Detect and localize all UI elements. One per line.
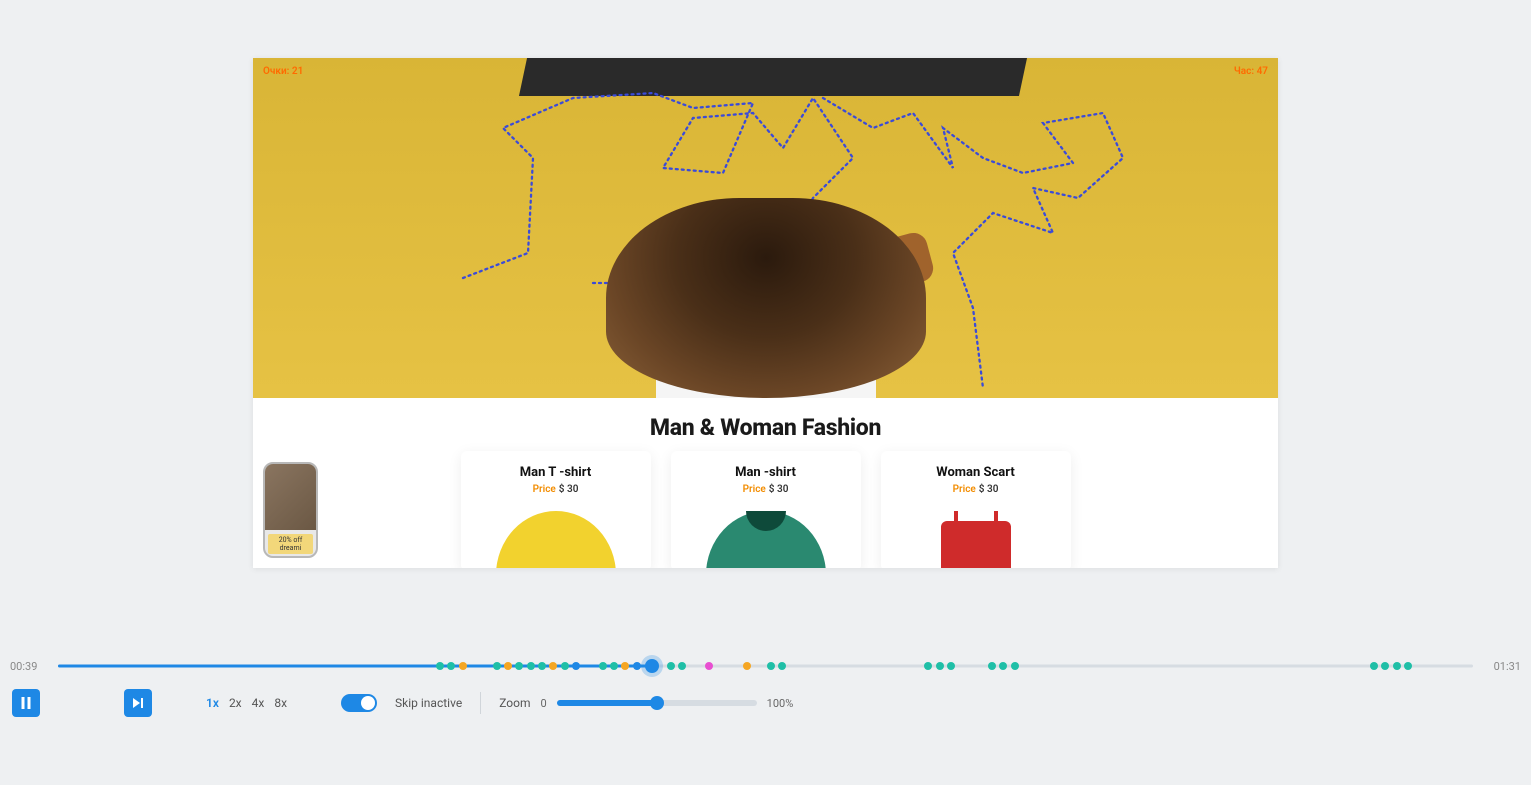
event-marker[interactable] [1393, 662, 1401, 670]
product-image [471, 511, 641, 568]
divider [480, 692, 481, 714]
hero-figure [506, 168, 1026, 398]
speed-2x[interactable]: 2x [229, 696, 242, 710]
pause-button[interactable] [12, 689, 40, 717]
speed-8x[interactable]: 8x [274, 696, 287, 710]
product-title: Man -shirt [681, 465, 851, 480]
player-controls: 00:39 [0, 647, 1531, 727]
zoom-knob[interactable] [650, 696, 664, 710]
skip-inactive-toggle[interactable] [341, 694, 377, 712]
product-image [891, 511, 1061, 568]
overlay-score: Очки: 21 [263, 66, 303, 77]
zoom-label: Zoom [499, 696, 530, 710]
event-marker[interactable] [1404, 662, 1412, 670]
event-marker[interactable] [1370, 662, 1378, 670]
event-marker[interactable] [705, 662, 713, 670]
product-price: Price$ 30 [891, 484, 1061, 495]
zoom-max: 100% [767, 697, 794, 710]
event-marker[interactable] [504, 662, 512, 670]
event-marker[interactable] [999, 662, 1007, 670]
product-card[interactable]: Woman Scart Price$ 30 [881, 451, 1071, 568]
product-price: Price$ 30 [681, 484, 851, 495]
product-title: Man T -shirt [471, 465, 641, 480]
side-promo-label: 20% off dreami [268, 534, 314, 554]
side-promo-image [265, 464, 316, 530]
event-marker[interactable] [667, 662, 675, 670]
toggle-knob [361, 696, 375, 710]
product-price: Price$ 30 [471, 484, 641, 495]
event-marker[interactable] [538, 662, 546, 670]
product-title: Woman Scart [891, 465, 1061, 480]
zoom-min: 0 [540, 697, 546, 710]
event-marker[interactable] [924, 662, 932, 670]
pause-icon [19, 696, 33, 710]
speed-1x[interactable]: 1x [206, 696, 219, 710]
event-marker[interactable] [767, 662, 775, 670]
event-marker[interactable] [947, 662, 955, 670]
zoom-control: Zoom 0 100% [499, 696, 793, 710]
skip-forward-button[interactable] [124, 689, 152, 717]
product-image [681, 511, 851, 568]
zoom-fill [557, 700, 657, 706]
session-replay-viewport: Очки: 21 Час: 47 Man & Woman Fashion Man… [253, 58, 1278, 568]
event-marker[interactable] [515, 662, 523, 670]
section-title: Man & Woman Fashion [253, 414, 1278, 441]
event-marker[interactable] [743, 662, 751, 670]
event-marker[interactable] [599, 662, 607, 670]
event-marker[interactable] [678, 662, 686, 670]
overlay-time: Час: 47 [1234, 66, 1268, 77]
speed-4x[interactable]: 4x [252, 696, 265, 710]
current-time: 00:39 [10, 660, 46, 673]
event-marker[interactable] [549, 662, 557, 670]
side-promo-widget[interactable]: 20% off dreami [263, 462, 318, 558]
skip-forward-icon [131, 696, 145, 710]
product-grid: Man T -shirt Price$ 30 Man -shirt Price$… [253, 451, 1278, 568]
event-marker[interactable] [633, 662, 641, 670]
event-marker[interactable] [436, 662, 444, 670]
event-marker[interactable] [561, 662, 569, 670]
event-marker[interactable] [610, 662, 618, 670]
event-marker[interactable] [1381, 662, 1389, 670]
total-time: 01:31 [1485, 660, 1521, 673]
hero-image: Очки: 21 Час: 47 [253, 58, 1278, 398]
event-marker[interactable] [1011, 662, 1019, 670]
event-marker[interactable] [459, 662, 467, 670]
playhead[interactable] [645, 659, 659, 673]
timeline[interactable] [58, 659, 1473, 673]
event-marker[interactable] [621, 662, 629, 670]
event-marker[interactable] [778, 662, 786, 670]
event-marker[interactable] [572, 662, 580, 670]
product-card[interactable]: Man T -shirt Price$ 30 [461, 451, 651, 568]
event-marker[interactable] [527, 662, 535, 670]
event-marker[interactable] [936, 662, 944, 670]
event-marker[interactable] [447, 662, 455, 670]
event-marker[interactable] [493, 662, 501, 670]
page-topbar [519, 58, 1027, 96]
product-card[interactable]: Man -shirt Price$ 30 [671, 451, 861, 568]
event-marker[interactable] [988, 662, 996, 670]
speed-selector: 1x 2x 4x 8x [206, 696, 287, 710]
skip-inactive-label: Skip inactive [395, 696, 462, 710]
zoom-slider[interactable] [557, 700, 757, 706]
figure-hair [606, 198, 926, 398]
